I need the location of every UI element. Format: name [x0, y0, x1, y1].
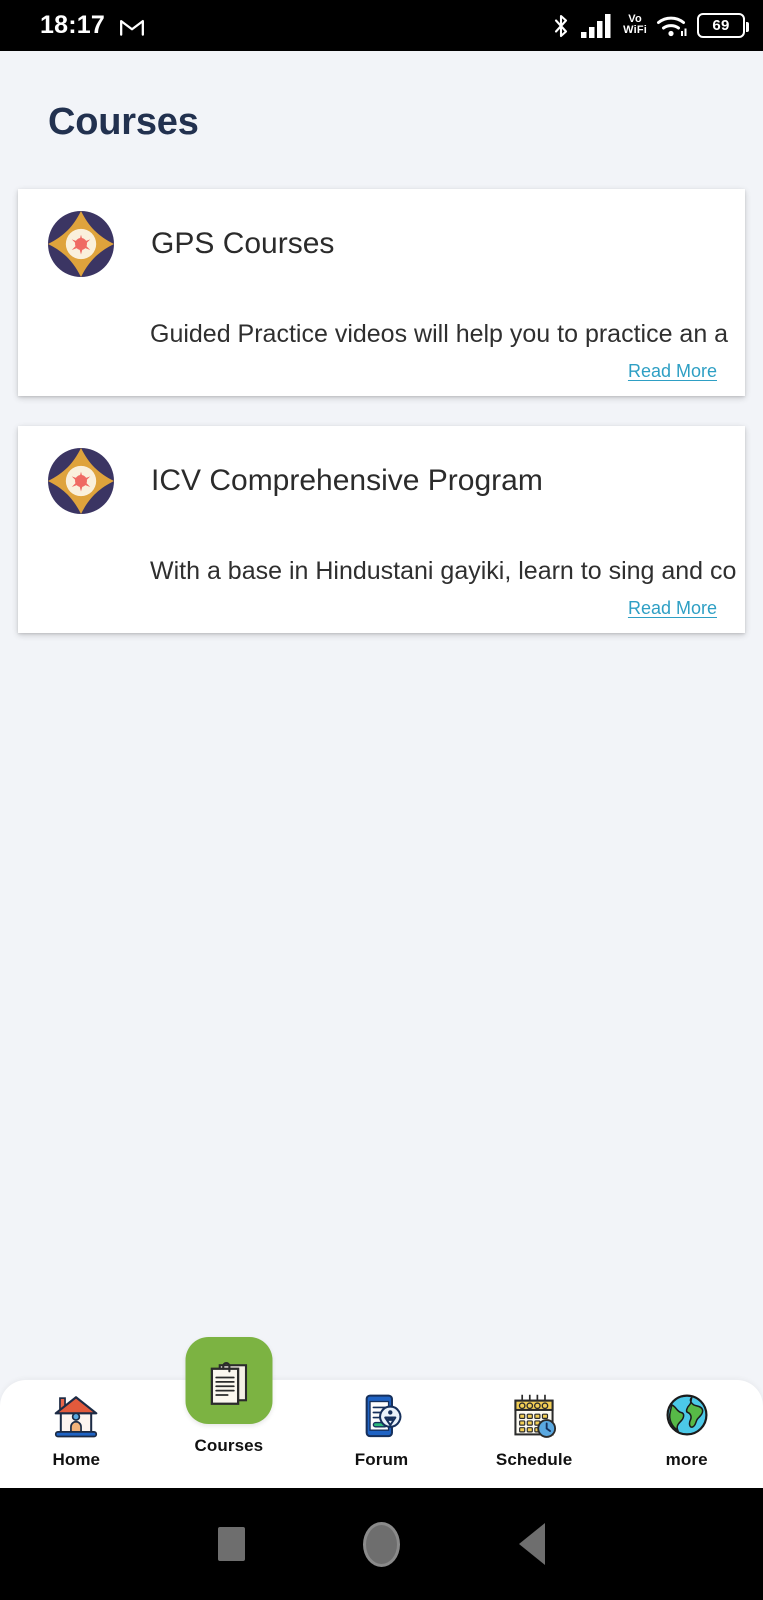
course-description: With a base in Hindustani gayiki, learn … — [150, 557, 737, 585]
bottom-navigation: Home Courses Forum Schedule more — [0, 1337, 763, 1488]
bottom-navigation-wrap: Home Courses Forum Schedule more — [0, 1233, 763, 1488]
documents-icon — [211, 1361, 248, 1405]
triangle-back-icon — [518, 1523, 545, 1565]
nav-label-courses: Courses — [194, 1436, 264, 1455]
gmail-icon — [119, 19, 144, 36]
nav-label-schedule: Schedule — [495, 1450, 573, 1469]
read-more-link[interactable]: Read More — [628, 598, 717, 619]
nav-label-forum: Forum — [354, 1450, 409, 1469]
nav-label-home: Home — [52, 1450, 101, 1469]
bluetooth-icon — [555, 14, 568, 37]
android-system-nav — [0, 1488, 763, 1600]
course-card-list: GPS Courses Guided Practice videos will … — [0, 144, 763, 633]
battery-level: 69 — [712, 17, 730, 34]
course-card[interactable]: GPS Courses Guided Practice videos will … — [18, 189, 745, 396]
read-more-link[interactable]: Read More — [628, 361, 717, 382]
nav-item-courses[interactable]: Courses — [153, 1337, 306, 1488]
vowifi-line-2: WiFi — [623, 23, 647, 36]
active-tab-indicator — [185, 1337, 273, 1424]
wifi-icon — [657, 16, 687, 36]
calendar-clock-icon — [514, 1394, 557, 1438]
house-icon — [54, 1396, 98, 1438]
globe-icon — [666, 1394, 708, 1436]
course-title: ICV Comprehensive Program — [151, 464, 543, 497]
main-content: Courses GPS Courses Guided Practice vide… — [0, 51, 763, 1488]
nav-item-forum[interactable]: Forum — [305, 1380, 458, 1488]
course-card-header: ICV Comprehensive Program — [18, 448, 745, 514]
course-card-footer: Read More — [18, 586, 745, 619]
page-title: Courses — [48, 101, 199, 143]
nav-item-more[interactable]: more — [610, 1380, 763, 1488]
course-card[interactable]: ICV Comprehensive Program With a base in… — [18, 426, 745, 633]
course-card-header: GPS Courses — [18, 211, 745, 277]
icv-mandala-logo — [48, 448, 114, 514]
recents-button[interactable] — [157, 1527, 307, 1561]
vowifi-indicator: Vo WiFi — [623, 13, 647, 36]
home-button[interactable] — [307, 1521, 457, 1567]
course-title: GPS Courses — [151, 227, 335, 260]
nav-label-more: more — [665, 1450, 708, 1469]
status-bar-right: Vo WiFi 69 — [551, 12, 749, 40]
status-bar-left: 18:17 — [40, 11, 145, 40]
course-description: Guided Practice videos will help you to … — [150, 320, 729, 348]
clock: 18:17 — [40, 11, 105, 39]
phone-screen: 18:17 Vo WiFi 69 Courses GPS Courses Gui… — [0, 0, 763, 1600]
back-button[interactable] — [457, 1523, 607, 1565]
battery-indicator: 69 — [697, 13, 749, 38]
phone-chat-icon — [366, 1394, 402, 1438]
nav-item-schedule[interactable]: Schedule — [458, 1380, 611, 1488]
nav-item-home[interactable]: Home — [0, 1380, 153, 1488]
course-card-footer: Read More — [18, 349, 745, 382]
status-bar: 18:17 Vo WiFi 69 — [0, 0, 763, 51]
square-recents-icon — [218, 1527, 245, 1561]
icv-mandala-logo — [48, 211, 114, 277]
circle-home-icon — [363, 1521, 400, 1567]
cellular-signal-icon — [581, 13, 611, 38]
